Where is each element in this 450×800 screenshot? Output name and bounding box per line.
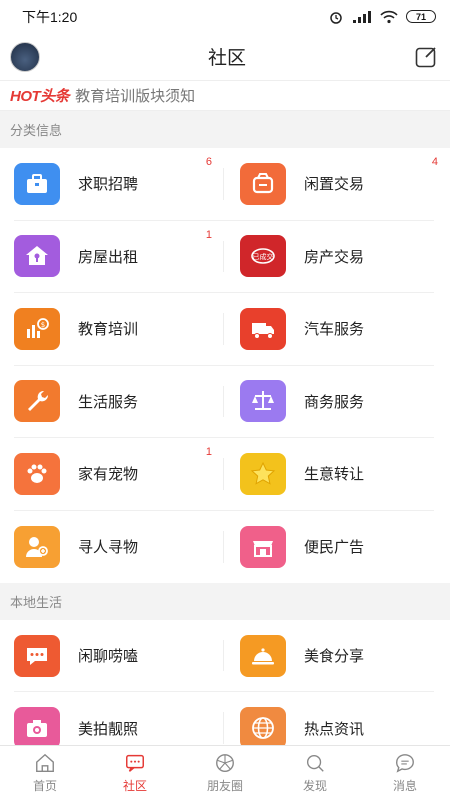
storefront-icon <box>240 525 286 568</box>
category-label: 求职招聘 <box>78 176 139 194</box>
basket-icon <box>240 162 286 205</box>
category-grid: 求职招聘 6 闲置交易 4 房屋出租 1 已成交 房产交易 $ 教育培训 汽车服务生活服务 商务服务家… <box>0 148 450 583</box>
sold-stamp-icon: 已成交 <box>240 235 286 278</box>
briefcase-icon <box>14 162 60 205</box>
category-label: 便民广告 <box>304 539 365 557</box>
header: 社区 <box>0 33 450 81</box>
person-search-icon <box>14 525 60 568</box>
scales-icon <box>240 380 286 423</box>
chat-bubble-icon <box>14 634 60 677</box>
battery-indicator: 71 <box>406 10 436 23</box>
category-item[interactable]: 家有宠物 1 <box>14 438 224 511</box>
house-key-icon <box>14 235 60 278</box>
local-label: 美食分享 <box>304 648 365 665</box>
hot-logo: HOT头条 <box>10 88 70 105</box>
message-icon <box>396 754 414 773</box>
category-label: 生意转让 <box>304 466 365 484</box>
bottom-tab-bar: 首页 社区 朋友圈 发现 消息 <box>0 745 450 800</box>
community-icon <box>126 754 144 772</box>
local-label: 美拍靓照 <box>78 720 139 738</box>
local-label: 闲聊唠嗑 <box>78 648 139 665</box>
category-label: 房屋出租 <box>78 248 139 266</box>
category-label: 家有宠物 <box>78 466 139 484</box>
category-item[interactable]: 汽车服务 <box>224 293 434 366</box>
tab-message[interactable]: 消息 <box>360 746 450 800</box>
category-item[interactable]: 生意转让 <box>224 438 434 511</box>
local-label: 热点资讯 <box>304 720 365 738</box>
globe-icon <box>240 707 286 749</box>
category-label: 寻人寻物 <box>78 539 139 557</box>
paw-icon <box>14 452 60 495</box>
status-time: 下午1:20 <box>22 8 78 25</box>
category-label: 生活服务 <box>78 393 139 411</box>
notice-text[interactable]: 教育培训版块须知 <box>75 85 195 106</box>
count-badge: 4 <box>431 156 438 168</box>
page-title: 社区 <box>207 48 246 69</box>
moments-icon <box>216 754 234 772</box>
category-item[interactable]: 寻人寻物 <box>14 511 224 584</box>
chart-coin-icon: $ <box>14 307 60 350</box>
category-label: 房产交易 <box>304 248 365 266</box>
tab-community[interactable]: 社区 <box>90 746 180 800</box>
category-label: 商务服务 <box>304 393 365 411</box>
local-grid: 闲聊唠嗑 美食分享美拍靓照 热点资讯 <box>0 620 450 764</box>
category-item[interactable]: 已成交 房产交易 <box>224 221 434 293</box>
section-header-local: 本地生活 <box>0 583 450 620</box>
local-item[interactable]: 美食分享 <box>224 620 434 692</box>
category-item[interactable]: $ 教育培训 <box>14 293 224 366</box>
notice-bar[interactable]: HOT头条 教育培训版块须知 <box>0 81 450 111</box>
category-label: 教育培训 <box>78 321 139 339</box>
tab-label: 消息 <box>392 779 417 793</box>
category-item[interactable]: 房屋出租 1 <box>14 221 224 293</box>
category-item[interactable]: 生活服务 <box>14 366 224 438</box>
count-badge: 6 <box>205 156 212 168</box>
category-item[interactable]: 便民广告 <box>224 511 434 584</box>
home-icon <box>36 753 54 772</box>
tab-home[interactable]: 首页 <box>0 746 90 800</box>
count-badge: 1 <box>205 228 212 241</box>
section-header-category: 分类信息 <box>0 111 450 148</box>
svg-text:$: $ <box>41 321 45 329</box>
svg-text:已成交: 已成交 <box>253 252 274 261</box>
avatar[interactable] <box>10 41 40 72</box>
truck-icon <box>240 307 286 350</box>
alarm-icon <box>330 11 342 24</box>
category-item[interactable]: 闲置交易 4 <box>224 148 438 221</box>
tab-discover[interactable]: 发现 <box>270 746 360 800</box>
discover-icon <box>306 754 324 772</box>
cloche-icon <box>240 634 286 677</box>
status-bar: 下午1:20 71 <box>0 0 450 33</box>
tab-label: 首页 <box>32 779 57 793</box>
wrench-icon <box>14 380 60 423</box>
category-item[interactable]: 商务服务 <box>224 366 434 438</box>
tab-moments[interactable]: 朋友圈 <box>180 746 270 800</box>
camera-icon <box>14 707 60 749</box>
edit-icon[interactable] <box>414 45 438 69</box>
category-label: 闲置交易 <box>304 176 365 194</box>
tab-label: 发现 <box>302 779 327 793</box>
category-label: 汽车服务 <box>304 321 365 339</box>
category-item[interactable]: 求职招聘 6 <box>14 148 224 221</box>
wifi-icon <box>380 10 398 23</box>
local-item[interactable]: 闲聊唠嗑 <box>14 620 224 692</box>
count-badge: 1 <box>205 446 212 458</box>
signal-icon <box>353 10 371 23</box>
star-icon <box>240 452 286 495</box>
tab-label: 社区 <box>122 779 147 793</box>
tab-label: 朋友圈 <box>206 779 243 793</box>
status-icons: 71 <box>328 9 436 25</box>
